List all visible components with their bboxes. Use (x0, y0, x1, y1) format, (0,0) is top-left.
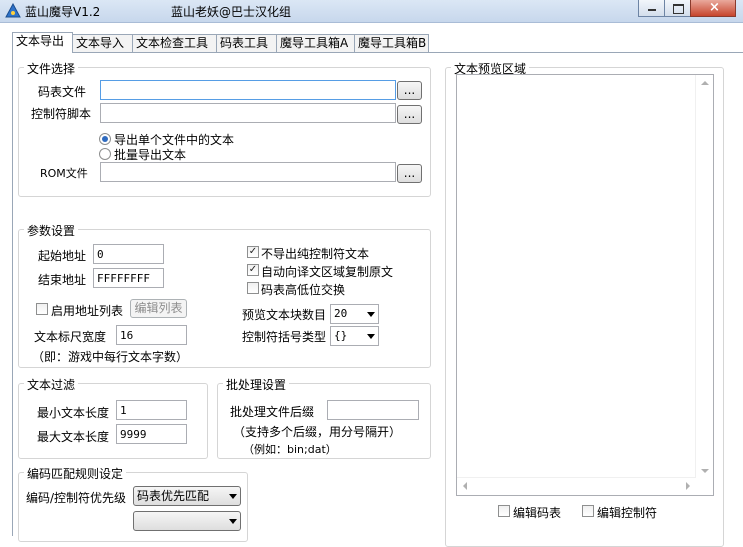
encoding-rules-group: 编码匹配规则设定 (18, 465, 248, 542)
swap-bytes-checkbox[interactable] (247, 282, 259, 294)
radio-batch-export[interactable] (99, 148, 111, 160)
minimize-button[interactable] (638, 0, 665, 17)
start-address-input[interactable] (93, 244, 164, 264)
encoding-second-select[interactable] (133, 511, 241, 531)
batch-suffix-input[interactable] (327, 400, 419, 420)
bracket-type-select[interactable]: {} (330, 326, 379, 346)
control-script-browse-button[interactable]: ... (397, 105, 422, 124)
bracket-type-value: {} (334, 329, 348, 342)
text-preview-area[interactable] (456, 74, 714, 496)
chevron-down-icon (367, 334, 375, 339)
swap-bytes-label[interactable]: 码表高低位交换 (261, 281, 345, 298)
max-length-input[interactable] (116, 424, 187, 444)
auto-copy-checkbox[interactable]: ✓ (247, 264, 259, 276)
batch-suffix-example: （例如：bin;dat） (243, 443, 337, 456)
chevron-down-icon (229, 519, 237, 524)
max-length-label: 最大文本长度 (37, 430, 110, 444)
scroll-left-icon[interactable] (463, 482, 467, 490)
rom-file-input[interactable] (100, 162, 396, 182)
end-address-label: 结束地址 (38, 273, 87, 287)
preview-blocks-select[interactable]: 20 (330, 304, 379, 324)
maximize-button[interactable] (664, 0, 691, 17)
tab-text-check-tool[interactable]: 文本检查工具 (132, 34, 217, 52)
encoding-priority-value: 码表优先匹配 (137, 489, 210, 503)
rom-file-label: ROM文件 (40, 167, 88, 180)
batch-settings-legend: 批处理设置 (223, 376, 290, 393)
window-subtitle: 蓝山老妖@巴士汉化组 (171, 5, 292, 19)
scroll-down-icon[interactable] (701, 469, 709, 473)
code-table-input[interactable] (100, 80, 396, 100)
rom-file-browse-button[interactable]: ... (397, 164, 422, 183)
preview-horizontal-scrollbar[interactable] (457, 477, 696, 495)
preview-blocks-label: 预览文本块数目 (242, 308, 327, 322)
scroll-right-icon[interactable] (686, 482, 690, 490)
tab-toolbox-b[interactable]: 魔导工具箱B (354, 34, 429, 52)
ruler-width-label: 文本标尺宽度 (34, 330, 107, 344)
batch-suffix-hint: （支持多个后缀，用分号隔开） (233, 425, 402, 439)
tab-code-table-tool[interactable]: 码表工具 (216, 34, 277, 52)
text-filter-group: 文本过滤 (18, 376, 208, 459)
batch-suffix-label: 批处理文件后缀 (230, 405, 315, 419)
bracket-type-label: 控制符括号类型 (242, 330, 327, 344)
end-address-input[interactable] (93, 268, 164, 288)
min-length-label: 最小文本长度 (37, 406, 110, 420)
params-legend: 参数设置 (24, 222, 79, 239)
preview-vertical-scrollbar[interactable] (695, 75, 713, 478)
min-length-input[interactable] (116, 400, 187, 420)
app-logo-icon (5, 3, 21, 18)
edit-list-button[interactable]: 编辑列表 (130, 299, 187, 318)
code-table-label: 码表文件 (38, 85, 87, 99)
minimize-icon (648, 9, 656, 11)
no-control-text-checkbox[interactable]: ✓ (247, 246, 259, 258)
code-table-browse-button[interactable]: ... (397, 81, 422, 100)
tab-toolbox-a[interactable]: 魔导工具箱A (276, 34, 355, 52)
edit-code-table-checkbox[interactable] (498, 505, 510, 517)
edit-code-table-label[interactable]: 编辑码表 (513, 504, 561, 521)
radio-single-file[interactable] (99, 133, 111, 145)
radio-batch-export-label[interactable]: 批量导出文本 (114, 146, 186, 163)
close-button[interactable]: × (690, 0, 736, 17)
tab-text-export[interactable]: 文本导出 (12, 32, 73, 53)
encoding-priority-select[interactable]: 码表优先匹配 (133, 486, 241, 506)
enable-address-list-label[interactable]: 启用地址列表 (51, 302, 123, 319)
title-bar: 蓝山魔导V1.2 蓝山老妖@巴士汉化组 × (0, 0, 743, 23)
auto-copy-label[interactable]: 自动向译文区域复制原文 (261, 263, 393, 280)
text-filter-legend: 文本过滤 (24, 376, 79, 393)
file-select-legend: 文件选择 (24, 60, 79, 77)
chevron-down-icon (229, 494, 237, 499)
chevron-down-icon (367, 312, 375, 317)
tab-text-import[interactable]: 文本导入 (72, 34, 133, 52)
scroll-up-icon[interactable] (701, 81, 709, 85)
edit-control-checkbox[interactable] (582, 505, 594, 517)
maximize-icon (673, 4, 684, 14)
preview-blocks-value: 20 (334, 307, 348, 320)
ruler-width-hint: （即：游戏中每行文本字数） (32, 350, 189, 364)
ruler-width-input[interactable] (116, 325, 187, 345)
edit-control-label[interactable]: 编辑控制符 (597, 504, 657, 521)
start-address-label: 起始地址 (38, 249, 87, 263)
control-script-input[interactable] (100, 103, 396, 123)
encoding-rules-legend: 编码匹配规则设定 (24, 465, 127, 482)
enable-address-list-checkbox[interactable] (36, 303, 48, 315)
control-script-label: 控制符脚本 (31, 107, 92, 121)
close-icon: × (709, 0, 720, 15)
window-title: 蓝山魔导V1.2 (25, 5, 101, 19)
no-control-text-label[interactable]: 不导出纯控制符文本 (261, 245, 369, 262)
encoding-priority-label: 编码/控制符优先级 (26, 491, 127, 505)
